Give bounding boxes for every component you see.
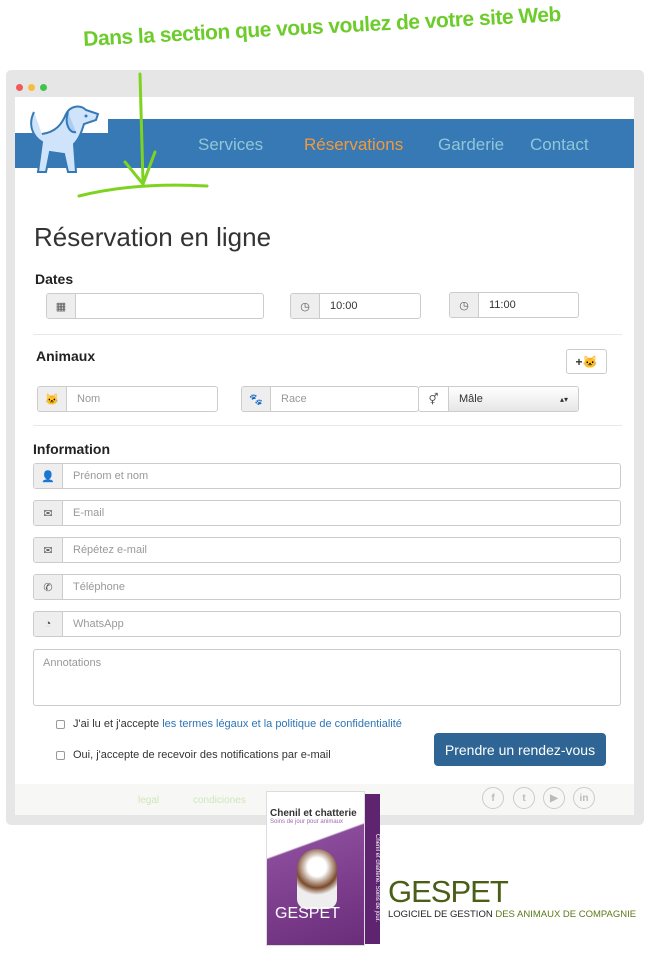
phone-icon: ✆ bbox=[34, 575, 63, 599]
select-arrows-icon: ▴▾ bbox=[559, 394, 568, 404]
fullname-input[interactable]: 👤 Prénom et nom bbox=[33, 463, 621, 489]
footer-link-conditions[interactable]: condiciones bbox=[193, 795, 246, 806]
notifications-checkbox[interactable] bbox=[56, 751, 65, 760]
maximize-dot bbox=[40, 84, 47, 91]
nav-garderie[interactable]: Garderie bbox=[438, 135, 504, 155]
date-input[interactable]: ▦ bbox=[46, 293, 264, 319]
product-box-spine: Chenil et chatterie. Soins de jour. bbox=[365, 794, 380, 944]
submit-button[interactable]: Prendre un rendez-vous bbox=[434, 733, 606, 766]
sex-select[interactable]: ⚥ Mâle ▴▾ bbox=[418, 386, 579, 412]
add-animal-button[interactable]: +🐱 bbox=[566, 349, 607, 374]
linkedin-icon[interactable]: in bbox=[573, 787, 595, 809]
youtube-icon[interactable]: ▶ bbox=[543, 787, 565, 809]
divider bbox=[33, 425, 622, 426]
cat-icon: 🐱 bbox=[38, 387, 67, 411]
puppy-image bbox=[297, 849, 337, 909]
annotation-headline: Dans la section que vous voulez de votre… bbox=[82, 3, 562, 52]
footer-link-legal[interactable]: legal bbox=[138, 795, 159, 806]
gespet-tagline: LOGICIEL DE GESTION DES ANIMAUX DE COMPA… bbox=[388, 909, 637, 920]
calendar-icon: ▦ bbox=[47, 294, 76, 318]
clock-icon: ◷ bbox=[450, 293, 479, 317]
animal-name-input[interactable]: 🐱 Nom bbox=[37, 386, 218, 412]
product-box-image: Chenil et chatterie Soins de jour pour a… bbox=[266, 791, 365, 946]
email-input[interactable]: ✉ E-mail bbox=[33, 500, 621, 526]
email-repeat-input[interactable]: ✉ Répétez e-mail bbox=[33, 537, 621, 563]
clock-icon: ◷ bbox=[291, 294, 320, 318]
notifications-label: Oui, j'accepte de recevoir des notificat… bbox=[73, 749, 331, 761]
terms-link[interactable]: les termes légaux et la politique de con… bbox=[162, 718, 402, 730]
gender-icon: ⚥ bbox=[419, 387, 448, 411]
phone-input[interactable]: ✆ Téléphone bbox=[33, 574, 621, 600]
minimize-dot bbox=[28, 84, 35, 91]
plus-cat-icon: +🐱 bbox=[575, 354, 598, 369]
whatsapp-input[interactable]: ◔ WhatsApp bbox=[33, 611, 621, 637]
nav-reservations[interactable]: Réservations bbox=[304, 135, 403, 155]
animal-breed-input[interactable]: 🐾 Race bbox=[241, 386, 419, 412]
gespet-logo: GESPET bbox=[388, 874, 509, 909]
annotations-textarea[interactable]: Annotations bbox=[33, 649, 621, 706]
animals-label: Animaux bbox=[36, 348, 96, 364]
terms-checkbox[interactable] bbox=[56, 720, 65, 729]
dates-label: Dates bbox=[35, 271, 74, 287]
start-time-input[interactable]: ◷ 10:00 bbox=[290, 293, 421, 319]
annotation-arrow bbox=[77, 72, 209, 198]
end-time-input[interactable]: ◷ 11:00 bbox=[449, 292, 579, 318]
page-title: Réservation en ligne bbox=[34, 222, 272, 252]
facebook-icon[interactable]: f bbox=[482, 787, 504, 809]
nav-contact[interactable]: Contact bbox=[530, 135, 589, 155]
divider bbox=[33, 334, 622, 335]
user-icon: 👤 bbox=[34, 464, 63, 488]
paw-icon: 🐾 bbox=[242, 387, 271, 411]
information-label: Information bbox=[33, 441, 110, 457]
envelope-outline-icon: ✉ bbox=[34, 538, 63, 562]
envelope-icon: ✉ bbox=[34, 501, 63, 525]
twitter-icon[interactable]: t bbox=[513, 787, 535, 809]
close-dot bbox=[16, 84, 23, 91]
whatsapp-icon: ◔ bbox=[34, 612, 63, 636]
